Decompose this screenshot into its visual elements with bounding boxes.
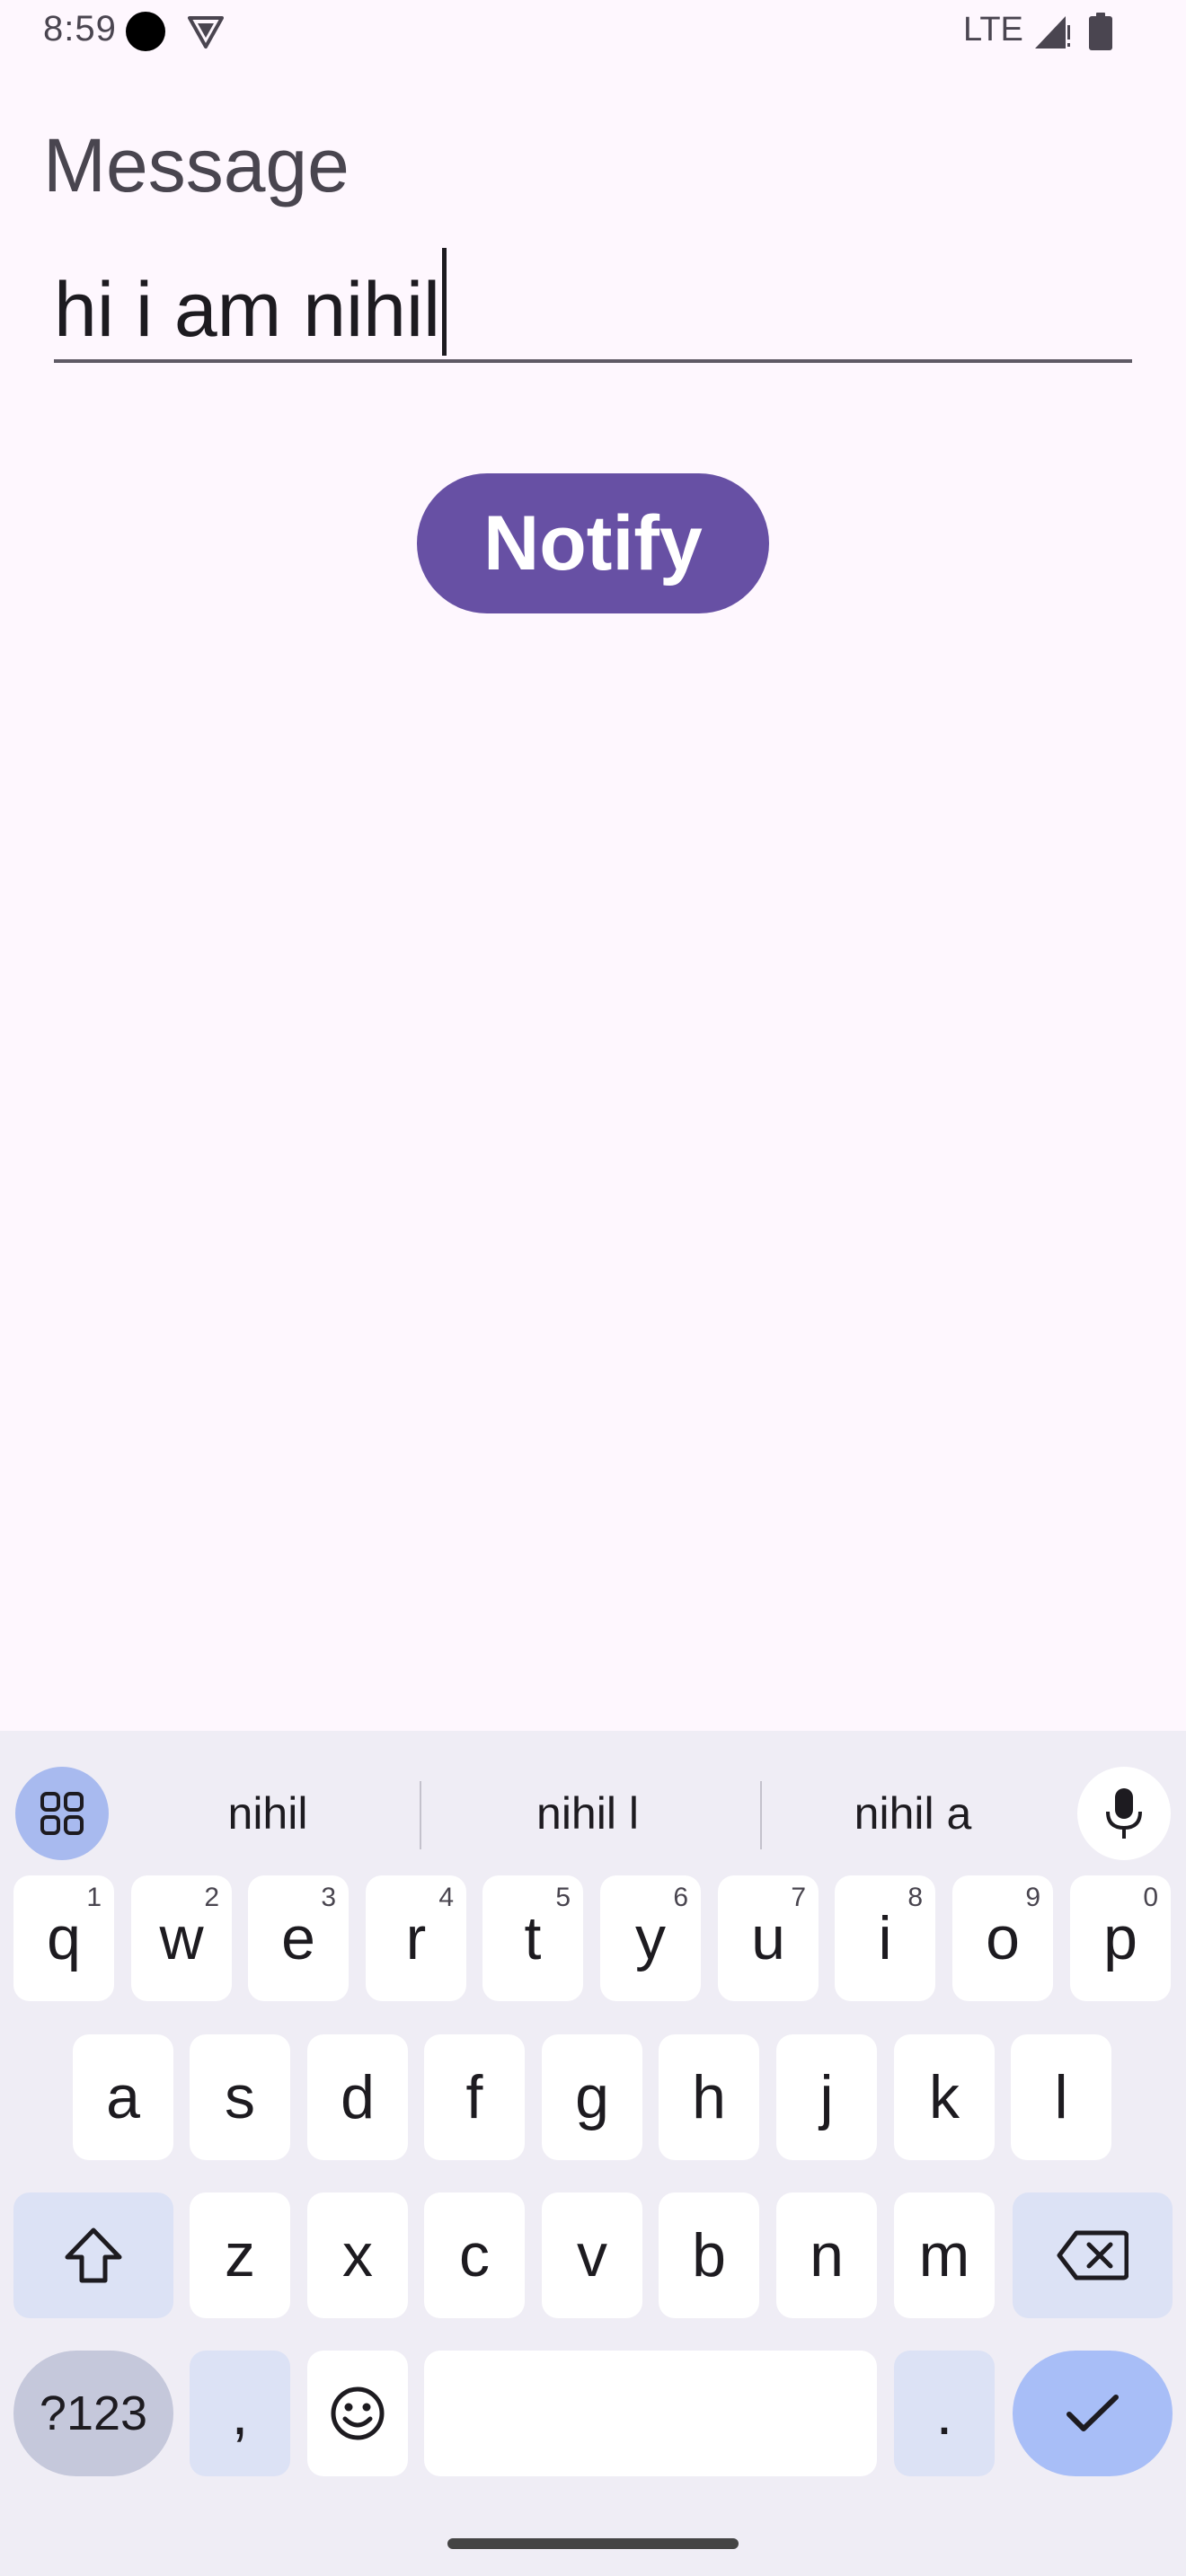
key-t[interactable]: t5	[482, 1875, 583, 2001]
key-hint: 5	[555, 1883, 571, 1912]
key-hint: 9	[1025, 1883, 1040, 1912]
key-s[interactable]: s	[190, 2034, 290, 2160]
emoji-icon	[331, 2386, 385, 2440]
message-input-value-wrap: hi i am nihil	[54, 248, 447, 356]
status-bar: 8:59 LTE	[0, 0, 1186, 65]
backspace-key[interactable]	[1013, 2192, 1173, 2318]
message-field-label: Message	[43, 123, 350, 207]
on-screen-keyboard: nihil nihil l nihil a q1 w2 e3 r4 t5 y6 …	[0, 1731, 1186, 2576]
key-hint: 8	[907, 1883, 923, 1912]
key-w[interactable]: w2	[131, 1875, 232, 2001]
key-hint: 6	[673, 1883, 688, 1912]
key-d[interactable]: d	[307, 2034, 408, 2160]
key-c[interactable]: c	[424, 2192, 525, 2318]
text-caret	[442, 248, 447, 356]
checkmark-icon	[1067, 2395, 1119, 2431]
key-y[interactable]: y6	[600, 1875, 701, 2001]
suggestion-divider	[760, 1781, 762, 1849]
key-v[interactable]: v	[542, 2192, 642, 2318]
notify-button[interactable]: Notify	[417, 473, 769, 613]
symbols-key[interactable]: ?123	[13, 2351, 173, 2476]
message-input[interactable]: hi i am nihil	[54, 234, 1132, 363]
key-i[interactable]: i8	[835, 1875, 935, 2001]
record-dot-icon	[126, 12, 165, 51]
key-label: i	[878, 1904, 892, 1972]
apps-grid-icon	[40, 1792, 84, 1835]
key-b[interactable]: b	[659, 2192, 759, 2318]
voice-input-button[interactable]	[1077, 1767, 1171, 1860]
key-n[interactable]: n	[776, 2192, 877, 2318]
key-z[interactable]: z	[190, 2192, 290, 2318]
status-time: 8:59	[43, 9, 117, 49]
key-j[interactable]: j	[776, 2034, 877, 2160]
suggestion-bar: nihil nihil l nihil a	[0, 1731, 1186, 1860]
network-type: LTE	[963, 11, 1023, 49]
key-m[interactable]: m	[894, 2192, 995, 2318]
microphone-icon	[1106, 1788, 1142, 1839]
suggestion-divider	[420, 1781, 421, 1849]
key-q[interactable]: q1	[13, 1875, 114, 2001]
key-hint: 1	[86, 1883, 102, 1912]
shift-icon	[65, 2228, 122, 2283]
key-k[interactable]: k	[894, 2034, 995, 2160]
key-label: r	[405, 1904, 427, 1972]
suggestion-2[interactable]: nihil l	[429, 1767, 746, 1860]
key-label: u	[751, 1904, 785, 1972]
key-u[interactable]: u7	[718, 1875, 819, 2001]
key-l[interactable]: l	[1011, 2034, 1111, 2160]
battery-icon	[1089, 13, 1112, 50]
shift-key[interactable]	[13, 2192, 173, 2318]
key-f[interactable]: f	[424, 2034, 525, 2160]
key-x[interactable]: x	[307, 2192, 408, 2318]
key-hint: 0	[1143, 1883, 1158, 1912]
gesture-nav-handle[interactable]	[447, 2538, 739, 2549]
space-key[interactable]	[424, 2351, 877, 2476]
message-input-value: hi i am nihil	[54, 267, 441, 353]
key-label: e	[281, 1904, 315, 1972]
key-label: o	[986, 1904, 1020, 1972]
key-r[interactable]: r4	[366, 1875, 466, 2001]
key-a[interactable]: a	[73, 2034, 173, 2160]
key-label: p	[1103, 1904, 1137, 1972]
key-hint: 4	[438, 1883, 454, 1912]
key-label: w	[159, 1904, 204, 1972]
backspace-icon	[1057, 2230, 1128, 2280]
signal-icon	[1035, 16, 1070, 49]
key-p[interactable]: p0	[1070, 1875, 1171, 2001]
suggestion-1[interactable]: nihil	[126, 1767, 410, 1860]
key-hint: 3	[321, 1883, 336, 1912]
key-o[interactable]: o9	[952, 1875, 1053, 2001]
suggestion-3[interactable]: nihil a	[771, 1767, 1055, 1860]
key-e[interactable]: e3	[248, 1875, 349, 2001]
key-label: y	[635, 1904, 666, 1972]
emoji-key[interactable]	[307, 2351, 408, 2476]
key-label: q	[47, 1904, 81, 1972]
key-g[interactable]: g	[542, 2034, 642, 2160]
vpn-shield-icon	[188, 16, 224, 49]
enter-key[interactable]	[1013, 2351, 1173, 2476]
period-key[interactable]: .	[894, 2351, 995, 2476]
key-hint: 2	[204, 1883, 219, 1912]
key-hint: 7	[791, 1883, 806, 1912]
keyboard-apps-button[interactable]	[15, 1767, 109, 1860]
key-label: t	[524, 1904, 542, 1972]
comma-key[interactable]: ,	[190, 2351, 290, 2476]
key-h[interactable]: h	[659, 2034, 759, 2160]
